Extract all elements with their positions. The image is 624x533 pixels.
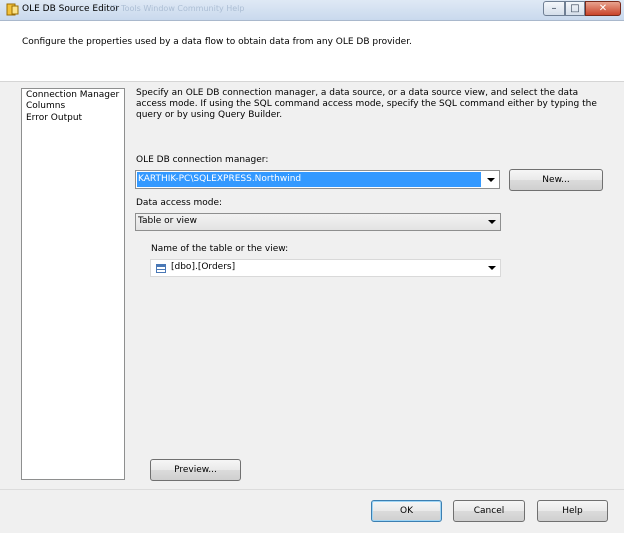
cancel-button-label: Cancel <box>473 506 505 516</box>
maximize-button[interactable]: □ <box>565 1 585 16</box>
nav-item-connection-manager[interactable]: Connection Manager <box>26 90 119 101</box>
table-name-label: Name of the table or the view: <box>151 244 289 254</box>
maximize-icon: □ <box>570 3 580 14</box>
minimize-button[interactable]: – <box>543 1 565 16</box>
new-connection-button[interactable]: New... <box>509 169 603 191</box>
access-mode-value: Table or view <box>138 216 197 226</box>
chevron-down-icon[interactable] <box>484 260 500 276</box>
nav-list: Connection Manager Columns Error Output <box>21 88 125 480</box>
close-button[interactable]: ✕ <box>585 1 621 16</box>
preview-button[interactable]: Preview... <box>150 459 241 481</box>
chevron-down-icon[interactable] <box>483 171 499 188</box>
footer-divider <box>0 489 624 490</box>
window-title: OLE DB Source Editor <box>22 4 120 14</box>
connection-manager-label: OLE DB connection manager: <box>136 155 269 165</box>
cancel-button[interactable]: Cancel <box>453 500 525 522</box>
close-icon: ✕ <box>598 3 608 14</box>
page-description: Specify an OLE DB connection manager, a … <box>136 88 597 120</box>
header-panel: Configure the properties used by a data … <box>0 21 624 82</box>
table-name-dropdown[interactable]: [dbo].[Orders] <box>150 259 501 277</box>
nav-item-columns[interactable]: Columns <box>26 101 65 112</box>
chevron-down-icon[interactable] <box>484 214 500 230</box>
preview-button-label: Preview... <box>174 465 217 475</box>
ok-button-label: OK <box>400 506 413 516</box>
help-button[interactable]: Help <box>537 500 608 522</box>
minimize-icon: – <box>551 3 557 14</box>
connection-manager-dropdown[interactable]: KARTHIK-PC\SQLEXPRESS.Northwind <box>135 170 500 189</box>
access-mode-dropdown[interactable]: Table or view <box>135 213 501 231</box>
table-icon <box>156 264 166 273</box>
background-menu-text: ID Tools Window Community Help <box>110 4 245 13</box>
nav-item-error-output[interactable]: Error Output <box>26 113 82 124</box>
table-name-value: [dbo].[Orders] <box>171 262 236 272</box>
ssis-source-icon <box>6 3 19 16</box>
access-mode-label: Data access mode: <box>136 198 223 208</box>
ok-button[interactable]: OK <box>371 500 442 522</box>
header-description: Configure the properties used by a data … <box>22 37 412 47</box>
help-button-label: Help <box>562 506 583 516</box>
new-button-label: New... <box>542 175 570 185</box>
title-bar[interactable]: OLE DB Source Editor ID Tools Window Com… <box>0 0 624 21</box>
connection-manager-value: KARTHIK-PC\SQLEXPRESS.Northwind <box>138 174 302 184</box>
